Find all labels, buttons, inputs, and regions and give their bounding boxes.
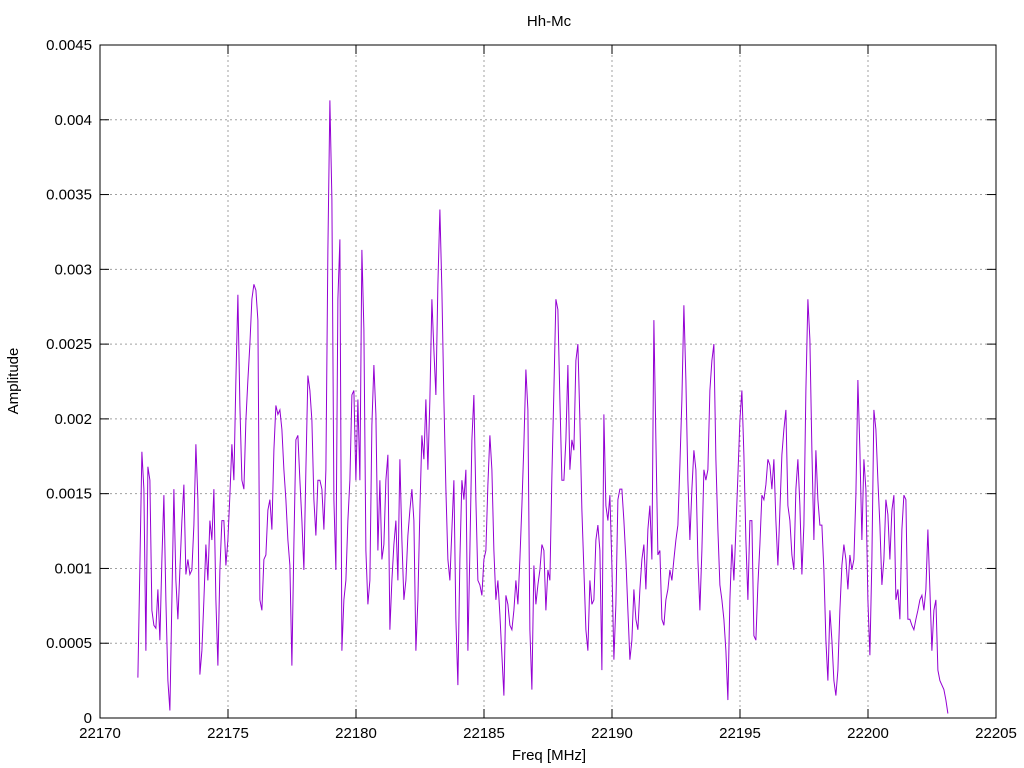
x-tick-label: 22170 — [79, 725, 121, 742]
x-axis-label: Freq [MHz] — [512, 747, 586, 764]
y-tick-label: 0.004 — [54, 112, 92, 129]
x-tick-label: 22185 — [463, 725, 505, 742]
chart-title: Hh-Mc — [527, 13, 572, 30]
series-line — [137, 100, 949, 714]
plot-border — [99, 44, 997, 719]
x-tick-label: 22175 — [207, 725, 249, 742]
x-tick-label: 22195 — [719, 725, 761, 742]
series-layer — [137, 100, 949, 714]
y-tick-label: 0.003 — [54, 261, 92, 278]
y-tick-label: 0.0025 — [46, 336, 92, 353]
x-tick-label: 22180 — [335, 725, 377, 742]
y-tick-label: 0.0035 — [46, 187, 92, 204]
y-tick-label: 0.001 — [54, 560, 92, 577]
chart: 00.00050.0010.00150.0020.00250.0030.0035… — [5, 13, 1017, 764]
y-axis-label: Amplitude — [5, 348, 22, 415]
y-tick-label: 0.0015 — [46, 486, 92, 503]
y-tick-label: 0.0005 — [46, 635, 92, 652]
grid — [100, 45, 996, 718]
y-tick-label: 0.002 — [54, 411, 92, 428]
y-tick-label: 0.0045 — [46, 37, 92, 54]
axis-ticks: 00.00050.0010.00150.0020.00250.0030.0035… — [46, 37, 1017, 742]
x-tick-label: 22205 — [975, 725, 1017, 742]
x-tick-label: 22200 — [847, 725, 889, 742]
x-tick-label: 22190 — [591, 725, 633, 742]
